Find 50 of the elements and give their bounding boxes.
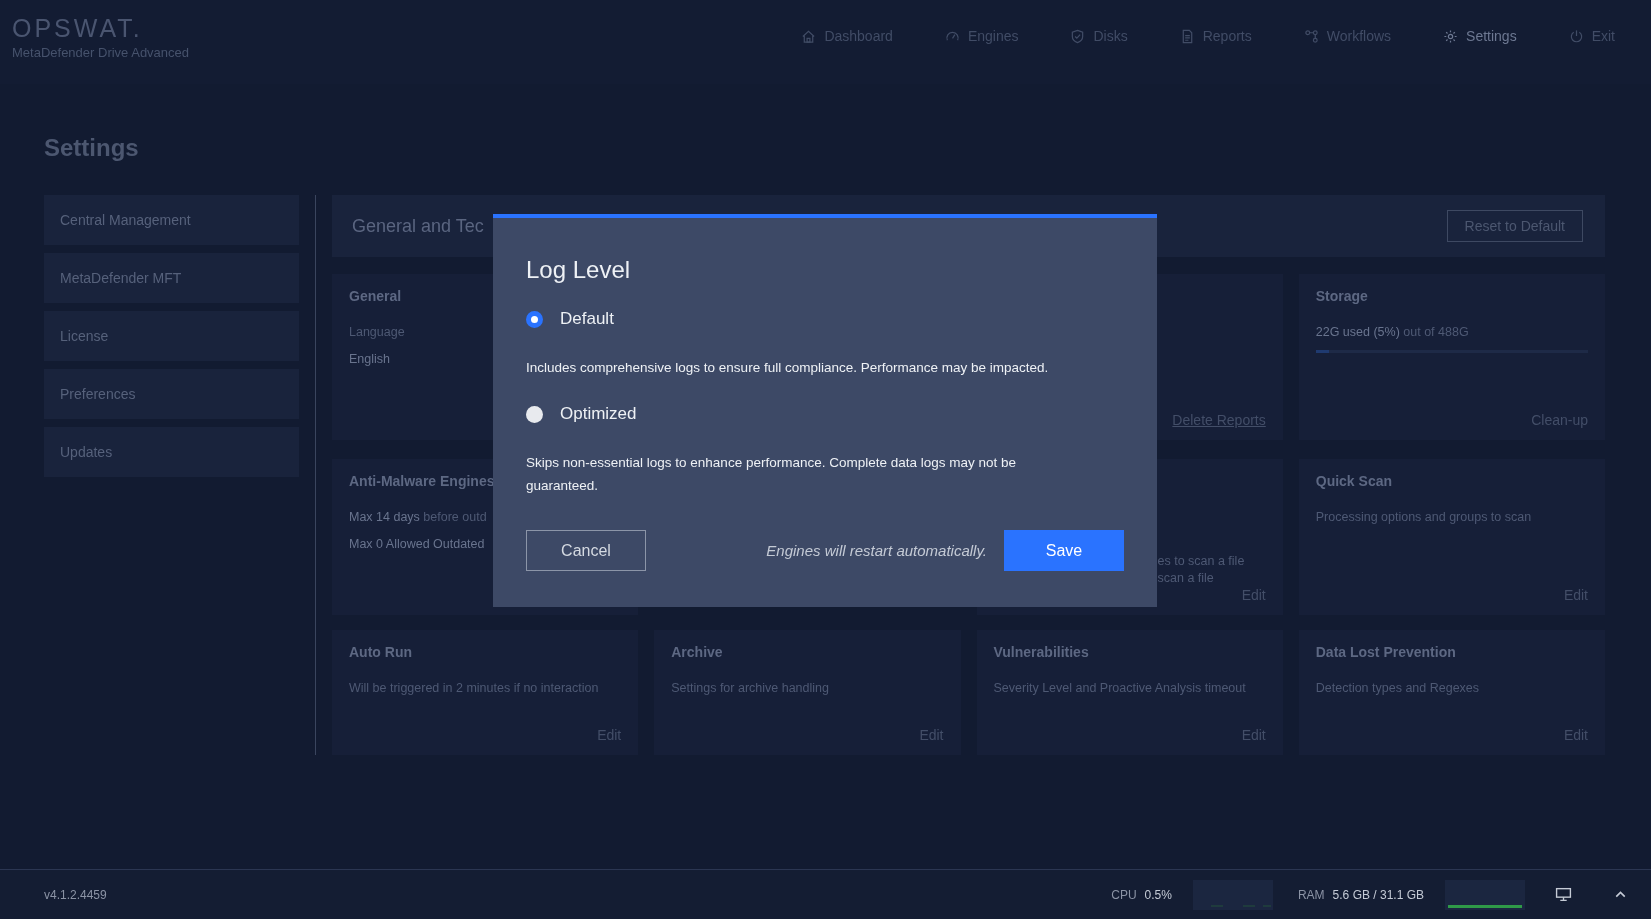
option-label: Optimized — [560, 404, 637, 424]
nav-link[interactable]: Settings — [1443, 28, 1517, 44]
card-title: Storage — [1315, 288, 1368, 304]
card-title: Quick Scan — [1315, 473, 1392, 489]
card-text: Processing options and groups to scan — [1315, 509, 1532, 526]
card-title: Vulnerabilities — [993, 644, 1089, 660]
cancel-button[interactable]: Cancel — [526, 530, 646, 571]
shield-check-icon — [1070, 28, 1086, 44]
home-icon — [801, 28, 817, 44]
card-text: 22G used (5%) out of 488G — [1315, 324, 1469, 341]
card-text: es to scan a file — [1157, 553, 1245, 570]
ram-value: 5.6 GB / 31.1 GB — [1332, 887, 1424, 902]
card-text: Language — [349, 324, 405, 341]
cpu-label: CPU — [1111, 887, 1137, 902]
restart-note: Engines will restart automatically. — [766, 542, 987, 559]
option-label: Default — [560, 309, 614, 329]
nodes-icon — [1303, 28, 1319, 44]
power-icon — [1568, 28, 1584, 44]
card-text: Max 14 days before outd — [349, 509, 487, 526]
sidebar-item[interactable]: Preferences — [44, 369, 299, 419]
option-description: Skips non-essential logs to enhance performance. Complete data logs may not be guaranteed. — [526, 454, 1018, 495]
product-name: MetaDefender Drive Advanced — [12, 45, 190, 60]
card-text: scan a file — [1157, 570, 1214, 587]
card-text: English — [349, 351, 390, 368]
section-title: General and Tec — [352, 215, 484, 237]
version-label: v4.1.2.4459 — [44, 887, 107, 902]
logo: OPSWAT. — [12, 14, 144, 42]
option-description: Includes comprehensive logs to ensure full compliance. Performance may be impacted. — [526, 359, 1050, 377]
dialog-title: Log Level — [526, 256, 632, 284]
card-title: Anti-Malware Engines — [349, 473, 495, 489]
card-text: Severity Level and Proactive Analysis timeout — [993, 680, 1246, 697]
ram-label: RAM — [1297, 887, 1325, 902]
gear-icon — [1443, 28, 1459, 44]
card-text: Settings for archive handling — [671, 680, 829, 697]
page-title: Settings — [44, 134, 140, 162]
sidebar-item[interactable]: Updates — [44, 427, 299, 477]
card-text: Max 0 Allowed Outdated — [349, 536, 485, 553]
sidebar-item[interactable]: License — [44, 311, 299, 361]
radio-button[interactable] — [526, 405, 543, 423]
monitor-icon[interactable] — [1555, 886, 1572, 903]
card-title: General — [349, 288, 402, 304]
card-title: Auto Run — [349, 644, 412, 660]
cpu-value: 0.5% — [1144, 887, 1172, 902]
save-button[interactable]: Save — [1004, 530, 1124, 571]
sidebar-item[interactable]: Central Management — [44, 195, 299, 245]
card-title: Data Lost Prevention — [1315, 644, 1456, 660]
sidebar-item[interactable]: MetaDefender MFT — [44, 253, 299, 303]
radio-button[interactable] — [526, 310, 543, 328]
card-title: Archive — [671, 644, 723, 660]
card-text: Detection types and Regexes — [1315, 680, 1480, 697]
